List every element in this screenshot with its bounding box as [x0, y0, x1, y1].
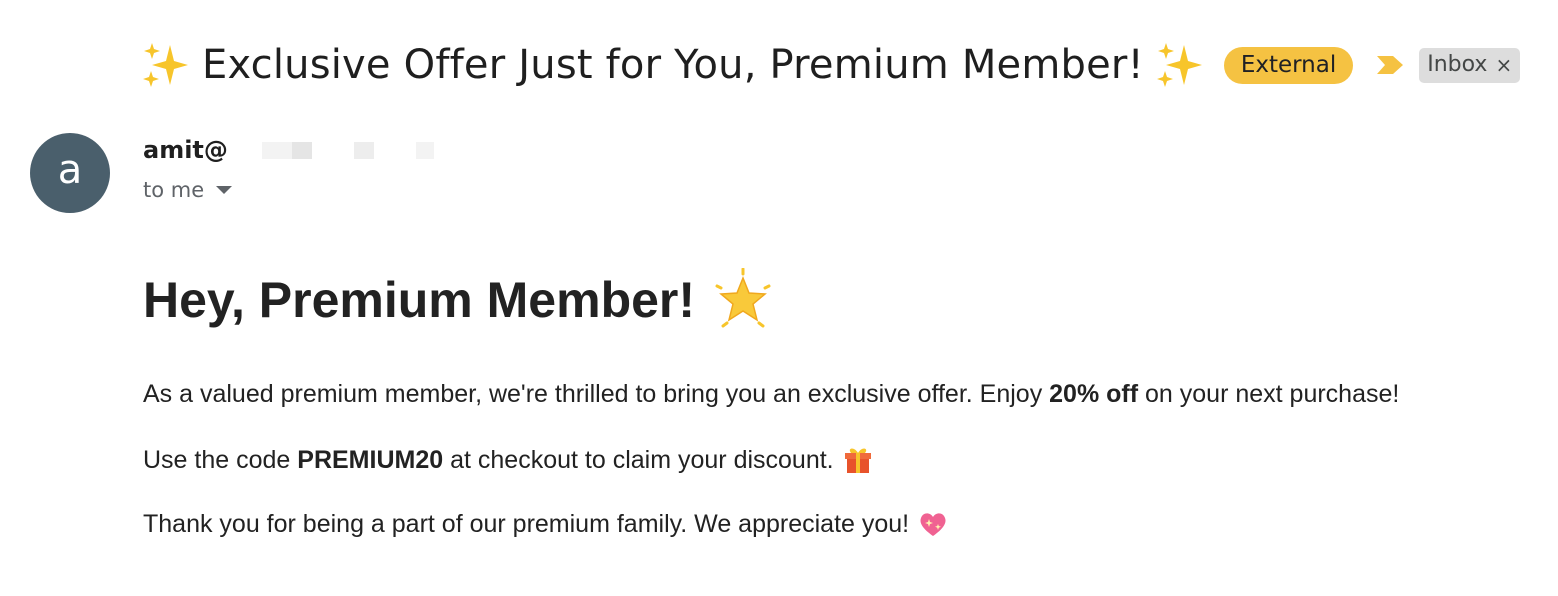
offer-text-end: on your next purchase! [1145, 380, 1400, 408]
subject-row: Exclusive Offer Just for You, Premium Me… [140, 30, 1521, 100]
code-text-end: at checkout to claim your discount. [450, 445, 834, 474]
offer-paragraph: As a valued premium member, we're thrill… [143, 380, 1399, 409]
email-view: Exclusive Offer Just for You, Premium Me… [0, 0, 1558, 596]
sender-row: amit@ [143, 136, 434, 164]
inbox-label-text: Inbox [1427, 51, 1488, 77]
sparkling-heart-icon [920, 513, 946, 536]
avatar[interactable]: a [30, 133, 110, 213]
inbox-label: Inbox × [1419, 47, 1521, 83]
sender-name[interactable]: amit@ [143, 136, 228, 164]
thanks-text: Thank you for being a part of our premiu… [143, 509, 910, 538]
thanks-paragraph: Thank you for being a part of our premiu… [143, 508, 949, 540]
redacted-block [291, 141, 312, 159]
redacted-block [415, 141, 434, 159]
code-text: Use the code [143, 445, 291, 474]
recipient-text: to me [143, 178, 205, 202]
chevron-down-icon[interactable] [216, 186, 233, 194]
remove-label-button[interactable]: × [1495, 51, 1512, 79]
glowing-star-icon [715, 268, 771, 328]
redacted-block [353, 141, 374, 159]
code-paragraph: Use the code PREMIUM20 at checkout to cl… [143, 444, 874, 476]
avatar-letter: a [57, 147, 83, 193]
offer-text: As a valued premium member, we're thrill… [143, 380, 1043, 408]
promo-code: PREMIUM20 [297, 445, 444, 474]
recipient-details-toggle[interactable]: to me [143, 178, 233, 202]
email-headline: Hey, Premium Member! [143, 268, 775, 332]
importance-marker-icon[interactable] [1375, 54, 1405, 76]
sparkles-icon [143, 43, 188, 87]
external-badge: External [1223, 46, 1354, 84]
discount-amount: 20% off [1049, 380, 1139, 408]
gift-icon [844, 448, 871, 473]
email-subject: Exclusive Offer Just for You, Premium Me… [202, 42, 1144, 88]
redacted-block [261, 141, 292, 159]
sparkles-icon [1156, 43, 1202, 87]
headline-text: Hey, Premium Member! [143, 272, 696, 328]
